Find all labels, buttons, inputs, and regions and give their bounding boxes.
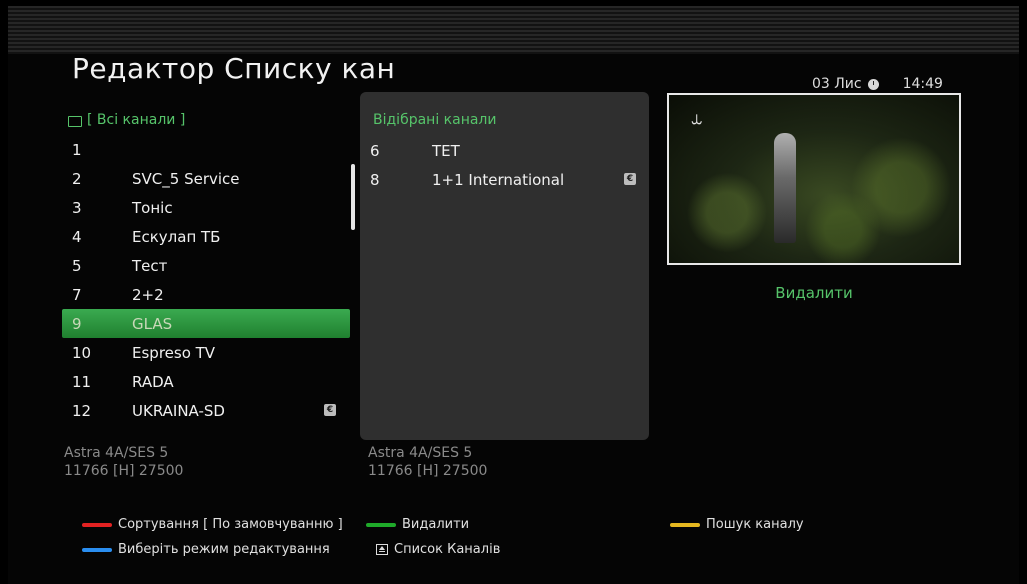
channel-name: ТЕТ: [432, 142, 460, 160]
left-satellite-info: Astra 4A/SES 5 11766 [H] 27500: [64, 444, 183, 480]
satellite-name: Astra 4A/SES 5: [64, 445, 169, 461]
channel-number: 6: [370, 142, 380, 160]
channel-number: 11: [72, 372, 92, 391]
channel-row[interactable]: 2 SVC_5 Service: [62, 164, 350, 193]
channel-name: GLAS: [132, 314, 173, 333]
channel-name: RADA: [132, 372, 174, 391]
encrypted-icon: €: [624, 173, 636, 185]
channel-row[interactable]: 11 RADA: [62, 367, 350, 396]
tv-icon: [68, 115, 82, 127]
date-text: 03 Лис: [812, 76, 862, 92]
preview-singer: [774, 133, 796, 243]
channel-number: 4: [72, 227, 82, 246]
encrypted-icon: €: [324, 404, 336, 416]
legend-red: Сортування [ По замовчуванню ]: [82, 517, 343, 532]
selected-channels-header: Відібрані канали: [373, 112, 497, 128]
legend-eject: Список Каналів: [376, 542, 500, 557]
blue-key-icon: [82, 547, 112, 552]
satellite-frequency: 11766 [H] 27500: [64, 463, 184, 479]
channel-name: 2+2: [132, 285, 164, 304]
channel-number: 1: [72, 140, 82, 159]
legend-blue: Виберіть режим редактування: [82, 542, 330, 557]
mid-satellite-info: Astra 4A/SES 5 11766 [H] 27500: [368, 444, 487, 480]
selected-channels-list: 6 ТЕТ 8 1+1 International €: [360, 137, 649, 195]
channel-number: 12: [72, 401, 92, 420]
legend-red-label: Сортування [ По замовчуванню ]: [118, 517, 343, 532]
channel-number: 8: [370, 171, 380, 189]
date-time: 03 Лис 14:49: [812, 76, 943, 92]
selected-channel-row[interactable]: 6 ТЕТ: [360, 137, 649, 166]
all-channels-list: 1 2 SVC_5 Service 3 Тоніс 4 Ескулап ТБ 5…: [62, 135, 350, 425]
channel-number: 5: [72, 256, 82, 275]
channel-row[interactable]: 3 Тоніс: [62, 193, 350, 222]
channel-logo-icon: ⥿: [691, 105, 703, 129]
channel-row[interactable]: 12 UKRAINA-SD €: [62, 396, 350, 425]
legend-green-label: Видалити: [402, 517, 470, 532]
time-text: 14:49: [902, 76, 943, 92]
channel-number: 7: [72, 285, 82, 304]
delete-action-label[interactable]: Видалити: [667, 284, 961, 302]
channel-number: 10: [72, 343, 92, 362]
green-key-icon: [366, 522, 396, 527]
all-channels-label: [ Всі канали ]: [87, 112, 186, 128]
eject-icon: [376, 544, 388, 555]
satellite-name: Astra 4A/SES 5: [368, 445, 473, 461]
red-key-icon: [82, 522, 112, 527]
top-stripe-band: [8, 6, 1019, 54]
legend-yellow: Пошук каналу: [670, 517, 804, 532]
channel-name: Espreso TV: [132, 343, 216, 362]
selected-channel-row[interactable]: 8 1+1 International €: [360, 166, 649, 195]
channel-name: UKRAINA-SD: [132, 401, 225, 420]
legend-green: Видалити: [366, 517, 469, 532]
yellow-key-icon: [670, 522, 700, 527]
channel-row[interactable]: 4 Ескулап ТБ: [62, 222, 350, 251]
channel-name: Тоніс: [132, 198, 173, 217]
channel-name: Тест: [132, 256, 168, 275]
channel-row-selected[interactable]: 9 GLAS: [62, 309, 350, 338]
legend-yellow-label: Пошук каналу: [706, 517, 804, 532]
channel-number: 3: [72, 198, 82, 217]
page-title: Редактор Списку кан: [72, 52, 396, 85]
channel-row[interactable]: 7 2+2: [62, 280, 350, 309]
channel-row[interactable]: 5 Тест: [62, 251, 350, 280]
channel-row[interactable]: 10 Espreso TV: [62, 338, 350, 367]
channel-number: 9: [72, 314, 82, 333]
channel-name: 1+1 International: [432, 171, 565, 189]
all-channels-header[interactable]: [ Всі канали ]: [68, 112, 185, 128]
channel-name: SVC_5 Service: [132, 169, 240, 188]
channel-number: 2: [72, 169, 82, 188]
legend-blue-label: Виберіть режим редактування: [118, 542, 330, 557]
list-scrollbar[interactable]: [351, 164, 355, 230]
channel-name: Ескулап ТБ: [132, 227, 221, 246]
preview-stage-lights: [669, 95, 959, 263]
video-preview: ⥿: [667, 93, 961, 265]
legend-eject-label: Список Каналів: [394, 542, 501, 557]
clock-icon: [867, 78, 879, 90]
channel-row[interactable]: 1: [62, 135, 350, 164]
satellite-frequency: 11766 [H] 27500: [368, 463, 488, 479]
